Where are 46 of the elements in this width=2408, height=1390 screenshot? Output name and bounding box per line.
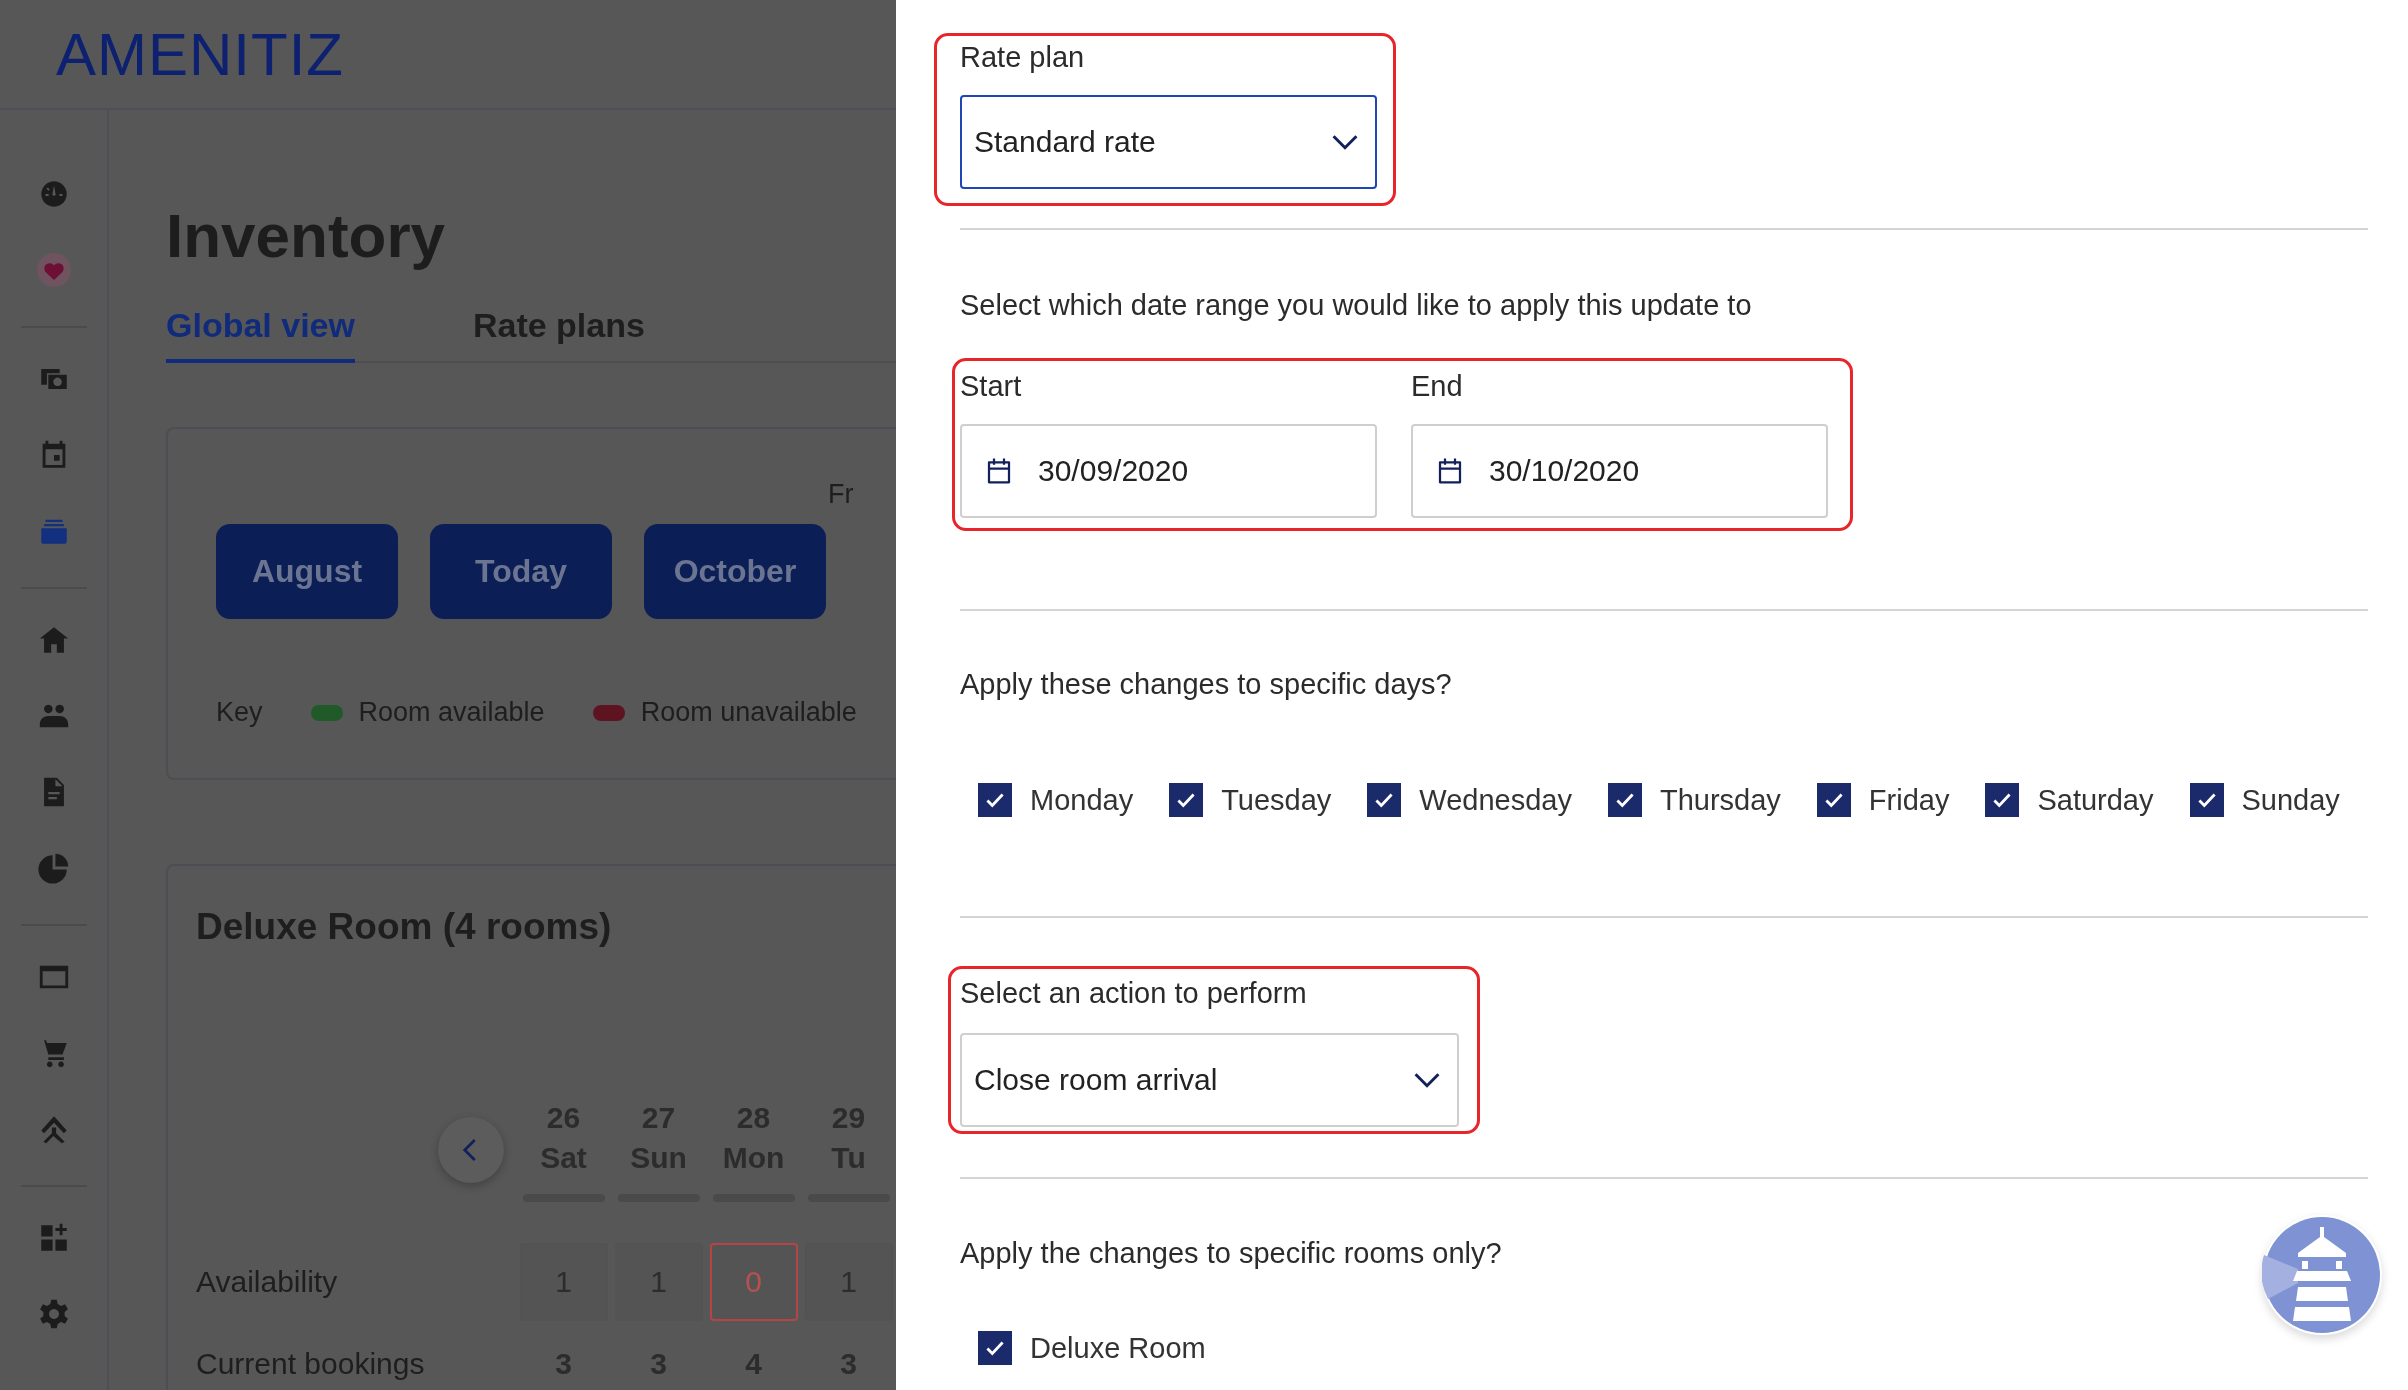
logo: AMENITIZ [56, 19, 344, 89]
section-prompt: Apply these changes to specific days? [960, 667, 1453, 702]
field-label: Fr [828, 479, 854, 510]
room-title: Deluxe Room (4 rooms) [196, 906, 613, 948]
field-label: Select an action to perform [960, 976, 1308, 1011]
chevron-down-icon [1413, 1072, 1441, 1088]
checkbox[interactable] [1985, 783, 2020, 817]
month-button[interactable]: Today [430, 524, 612, 619]
checkbox-label: Deluxe Room [1030, 1331, 1206, 1366]
section-prompt: Select which date range you would like to apply this update to [960, 288, 1753, 323]
field-label: Rate plan [960, 40, 1086, 75]
legend-label: Key [216, 697, 263, 728]
checkbox[interactable] [978, 783, 1012, 817]
checkbox-label: Monday [1030, 783, 1134, 818]
help-button[interactable] [2262, 1215, 2382, 1335]
checkbox[interactable] [1607, 783, 1642, 817]
checkbox-label: Thursday [1659, 783, 1781, 818]
checkbox-label: Saturday [2037, 783, 2154, 818]
checkbox[interactable] [1169, 783, 1204, 817]
previous-button[interactable] [438, 1117, 504, 1183]
legend-text: Room available [358, 697, 545, 728]
section-prompt: Apply the changes to specific rooms only? [960, 1236, 1503, 1271]
row-label: Current bookings [196, 1346, 426, 1382]
month-button[interactable]: August [216, 524, 398, 619]
checkbox-label: Tuesday [1221, 783, 1332, 818]
month-button[interactable]: October [644, 524, 826, 619]
checkbox-label: Sunday [2241, 783, 2340, 818]
field-label: End [1411, 369, 1464, 404]
page-title: Inventory [166, 200, 447, 272]
checkbox[interactable] [978, 1331, 1012, 1365]
tab[interactable]: Global view [166, 306, 355, 363]
rate-plan-select[interactable]: Standard rate [960, 95, 1377, 189]
field-label: Start [960, 369, 1023, 404]
pie-chart-icon[interactable] [36, 851, 71, 885]
row-label: Availability [196, 1264, 339, 1300]
checkbox[interactable] [1816, 783, 1851, 817]
checkbox-label: Friday [1868, 783, 1950, 818]
action-select[interactable]: Close room arrival [960, 1033, 1459, 1127]
chevron-down-icon [1331, 134, 1359, 150]
checkbox[interactable] [2189, 783, 2224, 817]
date-field[interactable]: 30/09/2020 [960, 424, 1377, 518]
checkbox[interactable] [1367, 783, 1402, 817]
tab[interactable]: Rate plans [472, 306, 645, 363]
checkbox-label: Wednesday [1419, 783, 1572, 818]
legend-text: Room unavailable [640, 697, 857, 728]
date-field[interactable]: 30/10/2020 [1411, 424, 1828, 518]
